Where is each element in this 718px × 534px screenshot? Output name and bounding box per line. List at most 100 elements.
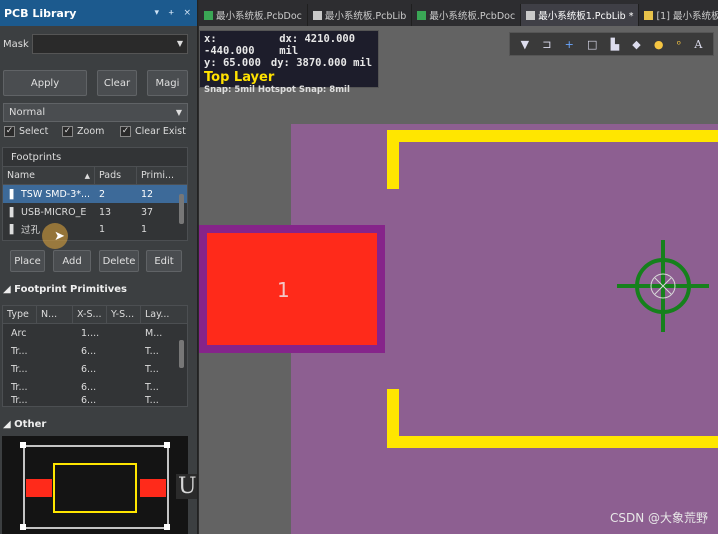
mode-select[interactable]: Normal ▼ [3,103,188,122]
footprints-scrollbar[interactable] [179,194,184,224]
mask-input[interactable]: ▼ [32,34,188,54]
table-row[interactable]: Tr... 6... T... [3,342,187,360]
filter-icon[interactable]: ▼ [521,38,529,51]
check-icon: ✓ [4,126,15,137]
footprint-name: TSW SMD-3*... [21,188,91,200]
column-header-type[interactable]: Type [3,306,37,323]
preview-label: Up [176,474,197,499]
coord-dy: dy: 3870.000 mil [270,57,373,69]
footprint-pads: 2 [99,188,106,200]
column-header-primitives[interactable]: Primi... [137,167,183,184]
paint-icon[interactable]: ◆ [632,38,640,51]
column-header-pads[interactable]: Pads [95,167,137,184]
column-header-n[interactable]: N... [37,306,73,323]
footprints-header: Footprints [3,148,187,167]
table-row[interactable]: ▐ TSW SMD-3*... 2 12 [3,185,187,203]
tab-pcbdoc-1[interactable]: 最小系统板.PcbDoc [199,4,308,26]
panel-title-bar: PCB Library ▾ ᚐ × [0,0,197,26]
footprint-pads: 13 [99,206,112,218]
pcblib-icon [312,10,322,20]
table-row[interactable]: ▐ 过孔 1 1 [3,221,187,237]
handle [20,442,26,448]
footprint-pads: 1 [99,223,106,235]
pcb-library-panel: PCB Library ▾ ᚐ × Mask ▼ Apply Clear Mag… [0,0,198,534]
tab-pcblib-active[interactable]: 最小系统板1.PcbLib * [521,4,640,26]
tab-label: 最小系统板1.PcbLib * [538,11,634,22]
prim-layer: T... [145,363,159,375]
delete-button[interactable]: Delete [99,250,139,272]
pad-1 [207,233,377,345]
chart-icon[interactable]: ▙ [611,38,619,51]
tab-pcbdoc-2[interactable]: 最小系统板.PcbDoc [412,4,522,26]
prim-type: Tr... [11,345,28,357]
footprint-icon: ▐ [6,188,14,200]
plus-icon[interactable]: + [565,38,574,51]
table-row[interactable]: Tr... 6... T... [3,378,187,396]
prim-layer: M... [145,327,163,339]
tab-label: 最小系统板.PcbDoc [429,11,516,22]
mouse-cursor-icon: ➤ [54,229,65,244]
document-tabs: 最小系统板.PcbDoc 最小系统板.PcbLib 最小系统板.PcbDoc 最… [199,0,718,26]
clear-existing-checkbox[interactable]: ✓ Clear Exist [120,126,186,137]
preview-outline [53,463,137,513]
panel-menu-icon[interactable]: ▾ [154,8,159,18]
edit-button[interactable]: Edit [146,250,182,272]
prim-type: Tr... [11,381,28,393]
primitives-header-label: Footprint Primitives [14,284,128,295]
prim-layer: T... [145,381,159,393]
rect-icon[interactable]: □ [587,38,597,51]
column-header-ys[interactable]: Y-S... [107,306,141,323]
primitives-table: Type N... X-S... Y-S... Lay... Arc 1....… [2,305,188,407]
close-icon[interactable]: × [183,8,191,18]
chevron-down-icon[interactable]: ▼ [177,39,183,48]
panel-title: PCB Library [4,6,77,20]
watermark: CSDN @大象荒野 [609,511,708,525]
key-icon[interactable]: ᵒ [677,38,682,51]
pin-icon[interactable]: ᚐ [169,8,173,18]
tab-pcblib-1[interactable]: 最小系统板.PcbLib [308,4,413,26]
add-button[interactable]: Add [53,250,91,272]
place-button[interactable]: Place [10,250,45,272]
pcb-canvas[interactable]: 1 x: -440.000 dx: 4210.000 mil y: 65.000… [199,26,718,534]
circle-icon[interactable]: ● [654,38,664,51]
select-checkbox-label: Select [19,126,49,137]
text-icon[interactable]: A [694,38,702,51]
route-icon[interactable]: ⊐ [542,38,551,51]
table-row[interactable]: ▐ USB-MICRO_E 13 37 [3,203,187,221]
mode-select-value: Normal [9,107,46,118]
check-icon: ✓ [62,126,73,137]
clear-button[interactable]: Clear [97,70,137,96]
coord-row-x: x: -440.000 dx: 4210.000 mil [204,33,374,57]
magnify-button[interactable]: Magi [147,70,188,96]
primitives-columns: Type N... X-S... Y-S... Lay... [3,306,187,324]
sort-icon: ▲ [84,171,90,180]
column-header-layer[interactable]: Lay... [141,306,181,323]
table-row[interactable]: Tr... 6... T... [3,394,187,406]
table-row[interactable]: Arc 1.... M... [3,324,187,342]
primitives-scrollbar[interactable] [179,340,184,368]
footprint-prims: 1 [141,223,148,235]
collapse-icon: ◢ [3,419,15,430]
zoom-checkbox[interactable]: ✓ Zoom [62,126,104,137]
pad-number-label: 1 [277,278,290,302]
handle [164,524,170,530]
column-header-xs[interactable]: X-S... [73,306,107,323]
footprint-preview [2,436,188,534]
table-row[interactable]: Tr... 6... T... [3,360,187,378]
pcbdoc-icon [417,10,427,20]
document-icon [644,10,654,20]
handle [20,524,26,530]
footprint-name: USB-MICRO_E [21,206,87,218]
select-checkbox[interactable]: ✓ Select [4,126,48,137]
column-header-name[interactable]: Name ▲ [3,167,95,184]
primitives-section-header[interactable]: ◢ Footprint Primitives [3,284,127,295]
prim-layer: T... [145,394,159,406]
footprint-prims: 37 [141,206,154,218]
footprint-icon: ▐ [6,206,14,218]
check-icon: ✓ [120,126,131,137]
apply-button[interactable]: Apply [3,70,87,96]
coord-x: x: -440.000 [204,33,255,57]
footprints-columns: Name ▲ Pads Primi... [3,167,187,185]
tab-document-5[interactable]: [1] 最小系统板 [639,4,718,26]
other-section-header[interactable]: ◢ Other [3,419,46,430]
